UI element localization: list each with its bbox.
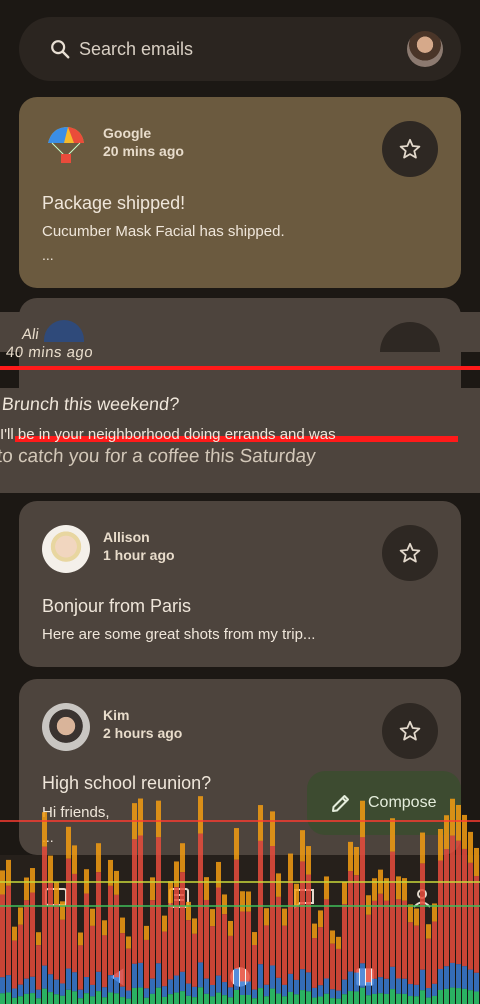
profile-bar bbox=[462, 814, 467, 849]
sender-name: Ali bbox=[20, 326, 40, 343]
email-preview-ellipsis: ... bbox=[42, 247, 54, 263]
package-parachute-icon bbox=[48, 127, 84, 163]
star-icon bbox=[399, 542, 421, 563]
avatar-kim bbox=[42, 703, 90, 751]
email-preview: I'll be in your neighborhood doing erran… bbox=[0, 426, 336, 443]
recents-icon[interactable] bbox=[352, 964, 378, 990]
email-subject: Bonjour from Paris bbox=[42, 596, 192, 616]
email-subject: Brunch this weekend? bbox=[1, 394, 181, 414]
email-time: 20 mins ago bbox=[103, 143, 184, 159]
nav-inbox-icon[interactable] bbox=[44, 887, 74, 911]
nav-articles-icon[interactable] bbox=[167, 887, 197, 911]
email-preview-continued: to catch you for a coffee this Saturday bbox=[0, 446, 317, 467]
star-button[interactable] bbox=[382, 121, 438, 177]
email-card-allison[interactable]: Allison 1 hour ago Bonjour from Paris He… bbox=[19, 501, 461, 667]
sender-name: Kim bbox=[103, 707, 130, 723]
bottom-navigation bbox=[0, 855, 480, 950]
email-time: 2 hours ago bbox=[103, 725, 183, 741]
email-card-ali[interactable]: Ali 40 mins ago Brunch this weekend? I'l… bbox=[0, 298, 480, 493]
email-preview: Cucumber Mask Facial has shipped. bbox=[42, 223, 285, 240]
compose-button[interactable]: Compose bbox=[307, 771, 461, 835]
glitch-line bbox=[0, 366, 480, 370]
pencil-icon bbox=[332, 795, 349, 812]
email-subject: Package shipped! bbox=[42, 193, 186, 213]
search-icon bbox=[51, 40, 70, 59]
search-bar[interactable]: Search emails bbox=[19, 17, 461, 81]
system-navigation-bar bbox=[0, 950, 480, 1004]
nav-chat-icon[interactable] bbox=[292, 887, 322, 911]
email-time: 1 hour ago bbox=[103, 547, 175, 563]
account-avatar[interactable] bbox=[407, 31, 443, 67]
star-icon bbox=[399, 720, 421, 741]
back-icon[interactable] bbox=[104, 964, 130, 990]
email-card-google[interactable]: Google 20 mins ago Package shipped! Cucu… bbox=[19, 97, 461, 288]
email-time: 40 mins ago bbox=[5, 344, 95, 361]
home-icon[interactable] bbox=[227, 964, 253, 990]
star-button[interactable] bbox=[382, 525, 438, 581]
email-preview: Here are some great shots from my trip..… bbox=[42, 626, 316, 643]
nav-contacts-icon[interactable] bbox=[410, 887, 440, 911]
star-button[interactable] bbox=[382, 703, 438, 759]
sender-name: Allison bbox=[103, 529, 150, 545]
email-subject: High school reunion? bbox=[42, 773, 212, 793]
sender-name: Google bbox=[103, 125, 152, 141]
avatar-allison bbox=[42, 525, 90, 573]
search-input[interactable]: Search emails bbox=[79, 39, 193, 60]
compose-label: Compose bbox=[368, 794, 437, 811]
star-icon bbox=[399, 138, 421, 159]
email-preview: Hi friends, bbox=[42, 804, 110, 821]
email-preview-ellipsis: ... bbox=[42, 829, 54, 845]
